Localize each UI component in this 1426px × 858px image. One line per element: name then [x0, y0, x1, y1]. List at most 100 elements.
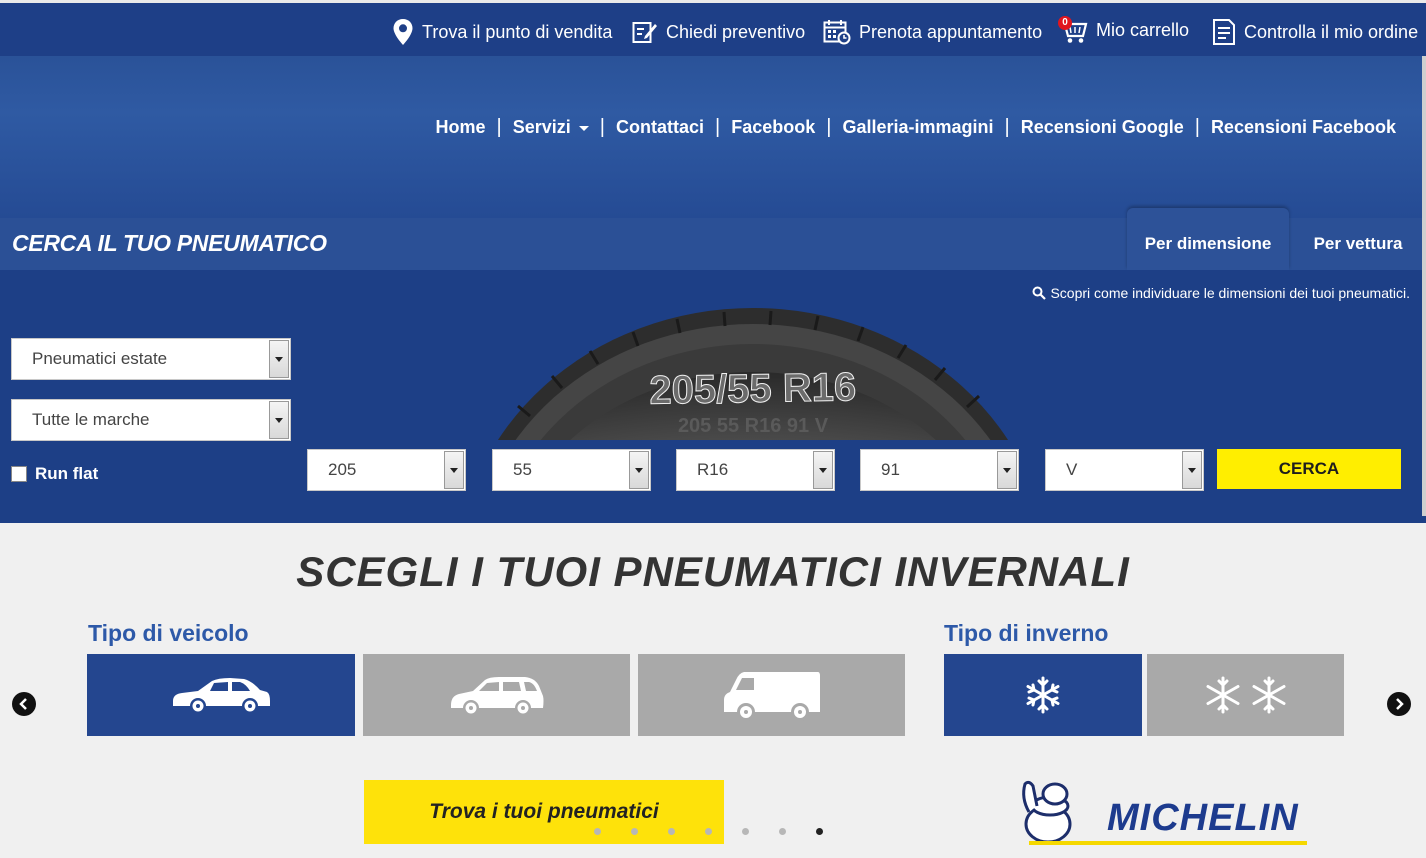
- nav-separator: |: [826, 116, 832, 138]
- dropdown-arrow-icon: [1182, 451, 1202, 489]
- dropdown-arrow-icon: [813, 451, 833, 489]
- tyre-sidewall-illustration: 205/55 R16 205 55 R16 91 V: [498, 308, 1008, 440]
- ratio-select-value: 55: [513, 460, 532, 479]
- main-navigation: Home | Servizi | Contattaci | Facebook |…: [436, 116, 1396, 139]
- width-select[interactable]: 205: [307, 449, 466, 491]
- nav-contattaci[interactable]: Contattaci: [616, 117, 704, 138]
- chevron-left-icon: [19, 698, 27, 710]
- double-snowflake-icon: [1206, 676, 1285, 714]
- load-index-select[interactable]: 91: [860, 449, 1019, 491]
- nav-separator: |: [1004, 116, 1010, 138]
- dropdown-arrow-icon: [444, 451, 464, 489]
- winter-section-title: SCEGLI I TUOI PNEUMATICI INVERNALI: [296, 548, 1130, 595]
- tyre-search-panel: Scopri come individuare le dimensioni de…: [0, 270, 1426, 523]
- dropdown-arrow-icon: [269, 340, 289, 378]
- nav-recensioni-facebook[interactable]: Recensioni Facebook: [1211, 117, 1396, 138]
- carousel-prev-button[interactable]: [12, 692, 36, 716]
- calendar-clock-icon: [823, 20, 851, 45]
- rim-select[interactable]: R16: [676, 449, 835, 491]
- winter-tile-double[interactable]: [1147, 654, 1344, 736]
- nav-facebook[interactable]: Facebook: [731, 117, 815, 138]
- tyre-size-help-label: Scopri come individuare le dimensioni de…: [1050, 285, 1410, 301]
- van-icon: [723, 672, 820, 721]
- quote-link[interactable]: Chiedi preventivo: [632, 17, 805, 47]
- run-flat-label: Run flat: [35, 464, 99, 483]
- winter-tyres-section: SCEGLI I TUOI PNEUMATICI INVERNALI Tipo …: [0, 523, 1426, 858]
- find-store-link[interactable]: Trova il punto di vendita: [392, 17, 612, 47]
- tyre-search-title: CERCA IL TUO PNEUMATICO: [12, 230, 327, 256]
- load-index-select-value: 91: [881, 460, 900, 479]
- dropdown-arrow-icon: [997, 451, 1017, 489]
- location-pin-icon: [393, 19, 413, 45]
- nav-separator: |: [599, 116, 605, 138]
- page: Trova il punto di vendita Chiedi prevent…: [0, 0, 1426, 858]
- appointment-link[interactable]: Prenota appuntamento: [823, 17, 1042, 47]
- appointment-label: Prenota appuntamento: [859, 21, 1043, 42]
- carousel-dot[interactable]: [779, 828, 786, 835]
- checkbox-box[interactable]: [11, 466, 27, 482]
- quote-label: Chiedi preventivo: [666, 21, 806, 42]
- brand-select[interactable]: Tutte le marche: [11, 399, 291, 441]
- carousel-next-button[interactable]: [1387, 692, 1411, 716]
- sedan-car-icon: [173, 678, 270, 714]
- cart-link[interactable]: 0 Mio carrello: [1056, 15, 1189, 45]
- season-select-value: Pneumatici estate: [32, 349, 168, 368]
- carousel-dot[interactable]: [668, 828, 675, 835]
- nav-separator: |: [1194, 116, 1200, 138]
- winter-tile-single[interactable]: [944, 654, 1142, 736]
- dropdown-arrow-icon: [629, 451, 649, 489]
- tyre-main-text: 205/55 R16: [649, 365, 857, 413]
- ratio-select[interactable]: 55: [492, 449, 651, 491]
- nav-separator: |: [496, 116, 502, 138]
- search-icon: [1032, 286, 1047, 300]
- svg-text:MICHELIN: MICHELIN: [1107, 797, 1299, 839]
- nav-home[interactable]: Home: [436, 117, 486, 138]
- vehicle-tile-car[interactable]: [87, 654, 355, 736]
- cart-label: Mio carrello: [1096, 19, 1190, 40]
- michelin-logo: MICHELIN: [1022, 780, 1307, 845]
- order-status-link[interactable]: Controlla il mio ordine: [1212, 17, 1418, 47]
- header-nav-area: Home | Servizi | Contattaci | Facebook |…: [0, 56, 1426, 218]
- nav-galleria[interactable]: Galleria-immagini: [842, 117, 993, 138]
- vehicle-tile-suv[interactable]: [363, 654, 630, 736]
- find-store-label: Trova il punto di vendita: [422, 21, 613, 42]
- speed-index-select-value: V: [1066, 460, 1078, 479]
- edit-form-icon: [632, 22, 657, 43]
- nav-recensioni-google[interactable]: Recensioni Google: [1021, 117, 1184, 138]
- nav-separator: |: [715, 116, 721, 138]
- suv-car-icon: [450, 677, 543, 716]
- order-status-label: Controlla il mio ordine: [1244, 21, 1419, 42]
- brand-select-value: Tutte le marche: [32, 410, 150, 429]
- carousel-dots: [594, 828, 853, 835]
- tyre-sub-text: 205 55 R16 91 V: [678, 415, 829, 437]
- season-select[interactable]: Pneumatici estate: [11, 338, 291, 380]
- winter-type-label: Tipo di inverno: [944, 620, 1109, 646]
- page-scrollbar[interactable]: [1422, 56, 1426, 516]
- width-select-value: 205: [328, 460, 357, 479]
- vehicle-tile-van[interactable]: [638, 654, 905, 736]
- carousel-dot[interactable]: [631, 828, 638, 835]
- speed-index-select[interactable]: V: [1045, 449, 1204, 491]
- rim-select-value: R16: [697, 460, 729, 479]
- chevron-right-icon: [1396, 698, 1404, 710]
- search-button[interactable]: CERCA: [1217, 449, 1401, 489]
- carousel-dot-active[interactable]: [816, 828, 823, 835]
- top-utility-bar: Trova il punto di vendita Chiedi prevent…: [0, 0, 1426, 56]
- tab-per-dimensione[interactable]: Per dimensione: [1127, 208, 1289, 270]
- run-flat-checkbox[interactable]: Run flat: [11, 464, 98, 484]
- tyre-size-help-link[interactable]: Scopri come individuare le dimensioni de…: [1032, 285, 1410, 301]
- carousel-dot[interactable]: [594, 828, 601, 835]
- nav-servizi-label: Servizi: [512, 117, 571, 137]
- vehicle-type-label: Tipo di veicolo: [88, 620, 249, 646]
- dropdown-arrow-icon: [269, 401, 289, 439]
- carousel-dot[interactable]: [742, 828, 749, 835]
- order-list-icon: [1213, 19, 1235, 45]
- chevron-down-icon: [578, 125, 589, 131]
- carousel-dot[interactable]: [705, 828, 712, 835]
- snowflake-icon: [1026, 676, 1060, 714]
- cart-count-badge: 0: [1058, 16, 1072, 30]
- tab-per-vettura[interactable]: Per vettura: [1295, 208, 1421, 270]
- nav-servizi[interactable]: Servizi: [513, 117, 589, 138]
- bibendum-mascot-icon: [1022, 780, 1072, 844]
- cart-icon-wrap: 0: [1056, 15, 1088, 45]
